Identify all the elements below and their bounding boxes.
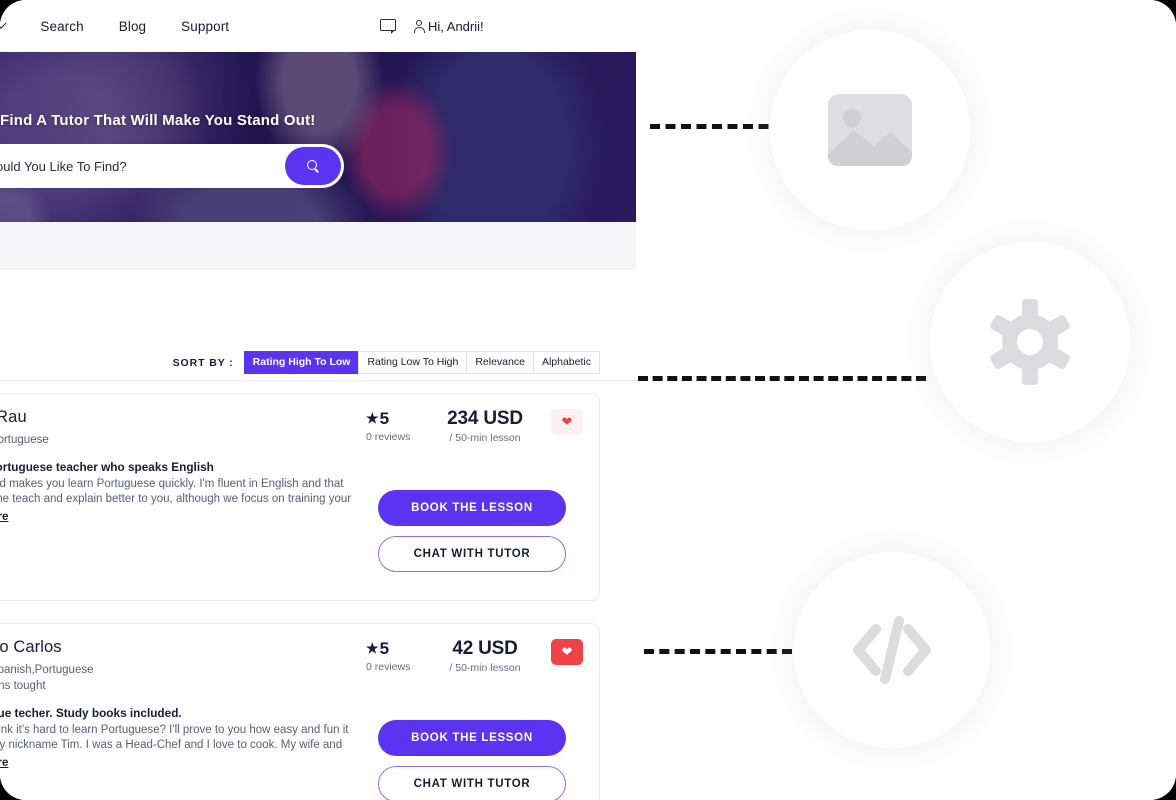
heart-icon: ❤ bbox=[561, 414, 573, 429]
search-icon bbox=[306, 159, 320, 173]
price-row: ★ 5 0 reviews 234 USD / 50-min lesson ❤ bbox=[361, 408, 583, 444]
rating-value: 5 bbox=[379, 409, 390, 428]
top-navigation: Tutors Search Blog Support Hi, Andr bbox=[0, 0, 636, 52]
dashed-connector bbox=[638, 376, 926, 381]
favorite-button[interactable]: ❤ bbox=[551, 639, 583, 665]
sort-option-alphabetic[interactable]: Alphabetic bbox=[532, 351, 600, 374]
account-greeting[interactable]: Hi, Andrii! bbox=[413, 19, 484, 34]
tutor-actions: ★ 5 0 reviews 42 USD / 50-min lesson ❤ B… bbox=[361, 638, 583, 800]
rating-value-wrap: ★ 5 bbox=[366, 638, 419, 659]
hero-search-bar bbox=[0, 144, 344, 188]
chat-with-tutor-button[interactable]: CHAT WITH TUTOR bbox=[378, 536, 566, 572]
chat-bubble-tail bbox=[390, 29, 395, 34]
price-block: 42 USD / 50-min lesson bbox=[419, 638, 551, 674]
hero-title: Find A Tutor That Will Make You Stand Ou… bbox=[0, 112, 316, 129]
book-lesson-button[interactable]: BOOK THE LESSON bbox=[378, 490, 566, 526]
search-submit-button[interactable] bbox=[285, 147, 341, 185]
chat-bubble-icon[interactable] bbox=[380, 18, 397, 34]
read-more-link[interactable]: Read more bbox=[0, 511, 8, 523]
person-icon-head bbox=[416, 19, 422, 26]
rating-block: ★ 5 0 reviews bbox=[361, 638, 419, 673]
sort-option-rating-low-to-high[interactable]: Rating Low To High bbox=[358, 351, 467, 374]
favorite-button[interactable]: ❤ bbox=[551, 409, 583, 435]
decoration-panel bbox=[636, 0, 1176, 800]
image-placeholder-icon bbox=[828, 94, 912, 166]
tutor-info: Victor Rau English,Portuguese Native Por… bbox=[0, 408, 353, 525]
hero-overlay-tint bbox=[0, 52, 636, 222]
decoration-circle-image bbox=[770, 30, 970, 230]
book-lesson-button[interactable]: BOOK THE LESSON bbox=[378, 720, 566, 756]
nav-item-tutors[interactable]: Tutors bbox=[0, 17, 8, 34]
read-more-link[interactable]: Read more bbox=[0, 757, 8, 769]
filter-band bbox=[0, 222, 636, 270]
price-value: 234 USD bbox=[447, 408, 523, 429]
chevron-down-icon bbox=[0, 17, 8, 29]
tutor-lessons-taught: 125 lessons tought bbox=[0, 680, 46, 692]
tutor-languages: English,Spanish,Portuguese bbox=[0, 664, 94, 676]
decoration-circle-gear bbox=[930, 242, 1130, 442]
content-spacer bbox=[0, 270, 636, 345]
person-icon bbox=[413, 19, 425, 33]
tutor-description: Do you think it's hard to learn Portugue… bbox=[0, 724, 349, 751]
heart-icon: ❤ bbox=[561, 644, 573, 659]
reviews-count: 0 reviews bbox=[366, 431, 411, 443]
dashed-connector bbox=[644, 649, 792, 654]
tutor-name[interactable]: Victor Rau bbox=[0, 408, 353, 427]
table-row[interactable]: Timóteo Carlos English,Spanish,Portugues… bbox=[0, 623, 600, 800]
greeting-label: Hi, Andrii! bbox=[428, 18, 484, 34]
price-unit: / 50-min lesson bbox=[449, 662, 521, 674]
rating-block: ★ 5 0 reviews bbox=[361, 408, 419, 443]
table-row[interactable]: Victor Rau English,Portuguese Native Por… bbox=[0, 393, 600, 601]
person-icon-body bbox=[413, 26, 425, 33]
tutor-info: Timóteo Carlos English,Spanish,Portugues… bbox=[0, 638, 353, 771]
app-root: Tutors Search Blog Support Hi, Andr bbox=[0, 0, 1176, 800]
browser-viewport: Tutors Search Blog Support Hi, Andr bbox=[0, 0, 636, 800]
tutor-headline: Native Portuguese teacher who speaks Eng… bbox=[0, 460, 214, 474]
price-unit: / 50-min lesson bbox=[449, 432, 521, 444]
star-icon: ★ bbox=[366, 640, 379, 656]
sort-option-rating-high-to-low[interactable]: Rating High To Low bbox=[243, 351, 359, 374]
dashed-connector bbox=[650, 124, 784, 129]
nav-links: Tutors Search Blog Support bbox=[0, 17, 229, 34]
tutor-description: My method makes you learn Portuguese qui… bbox=[0, 478, 352, 505]
sort-bar: SORT BY : Rating High To Low Rating Low … bbox=[0, 345, 636, 380]
tutor-languages: English,Portuguese bbox=[0, 434, 49, 446]
sort-options-group: Rating High To Low Rating Low To High Re… bbox=[243, 351, 600, 374]
decoration-circle-code bbox=[794, 552, 990, 748]
tutor-list: Victor Rau English,Portuguese Native Por… bbox=[0, 381, 636, 800]
gear-icon bbox=[986, 298, 1074, 386]
chat-with-tutor-button[interactable]: CHAT WITH TUTOR bbox=[378, 766, 566, 800]
tutor-name[interactable]: Timóteo Carlos bbox=[0, 638, 353, 657]
nav-item-support[interactable]: Support bbox=[181, 19, 229, 34]
nav-item-blog[interactable]: Blog bbox=[119, 19, 146, 34]
price-row: ★ 5 0 reviews 42 USD / 50-min lesson ❤ bbox=[361, 638, 583, 674]
star-icon: ★ bbox=[366, 410, 379, 426]
code-brackets-icon bbox=[846, 610, 938, 690]
sort-option-relevance[interactable]: Relevance bbox=[466, 351, 533, 374]
reviews-count: 0 reviews bbox=[366, 661, 411, 673]
tutor-actions: ★ 5 0 reviews 234 USD / 50-min lesson ❤ bbox=[361, 408, 583, 572]
hero-banner: Find A Tutor That Will Make You Stand Ou… bbox=[0, 52, 636, 222]
tutor-headline: Multilingue techer. Study books included… bbox=[0, 706, 182, 720]
search-icon-handle bbox=[314, 168, 320, 173]
sort-by-label: SORT BY : bbox=[172, 356, 234, 369]
nav-right-group: Hi, Andrii! bbox=[380, 0, 484, 52]
price-value: 42 USD bbox=[452, 638, 518, 659]
rating-value: 5 bbox=[379, 639, 390, 658]
page-content: Tutors Search Blog Support Hi, Andr bbox=[0, 0, 636, 800]
rating-value-wrap: ★ 5 bbox=[366, 408, 419, 429]
nav-item-search[interactable]: Search bbox=[40, 19, 83, 34]
price-block: 234 USD / 50-min lesson bbox=[419, 408, 551, 444]
